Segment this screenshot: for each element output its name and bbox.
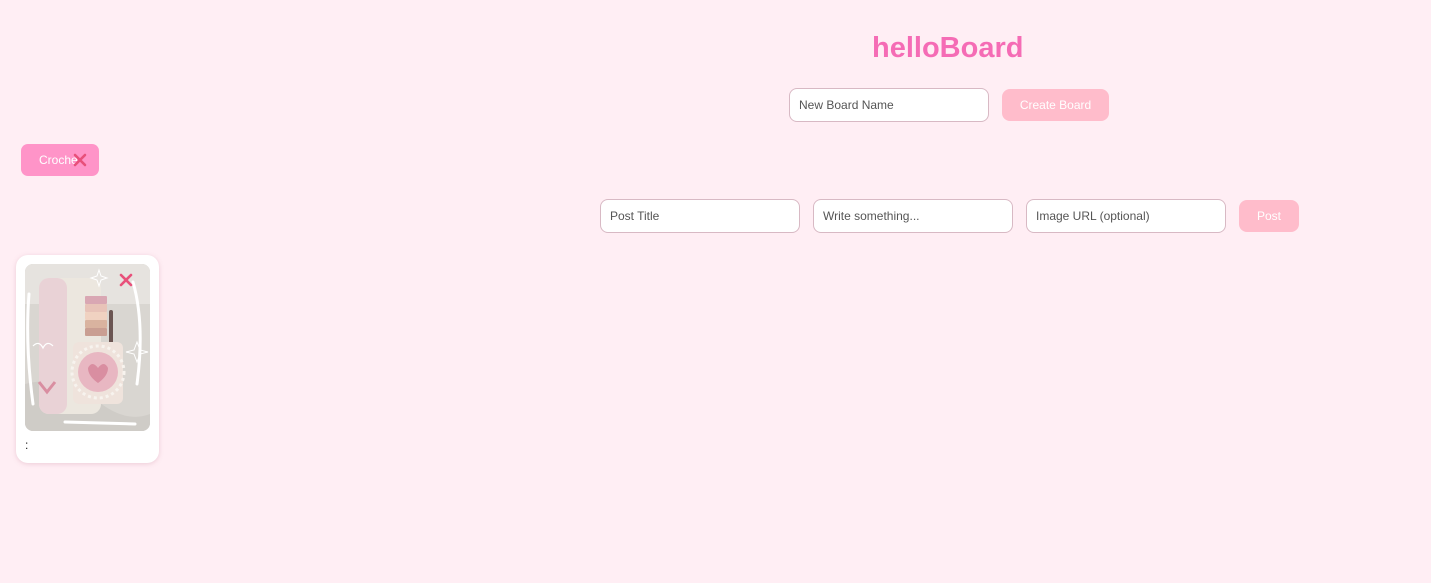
delete-post-close-icon[interactable] [118,272,134,288]
new-board-name-input[interactable] [789,88,989,122]
post-button[interactable]: Post [1239,200,1299,232]
page: helloBoard Create Board Croche Post [0,0,1431,583]
post-title-input[interactable] [600,199,800,233]
image-url-input[interactable] [1026,199,1226,233]
post-content: : [25,438,29,452]
post-image [25,264,150,431]
page-title: helloBoard [872,32,1024,64]
create-board-button[interactable]: Create Board [1002,89,1109,121]
post-body-input[interactable] [813,199,1013,233]
delete-board-close-icon[interactable] [72,152,88,168]
post-card: : [16,255,159,463]
